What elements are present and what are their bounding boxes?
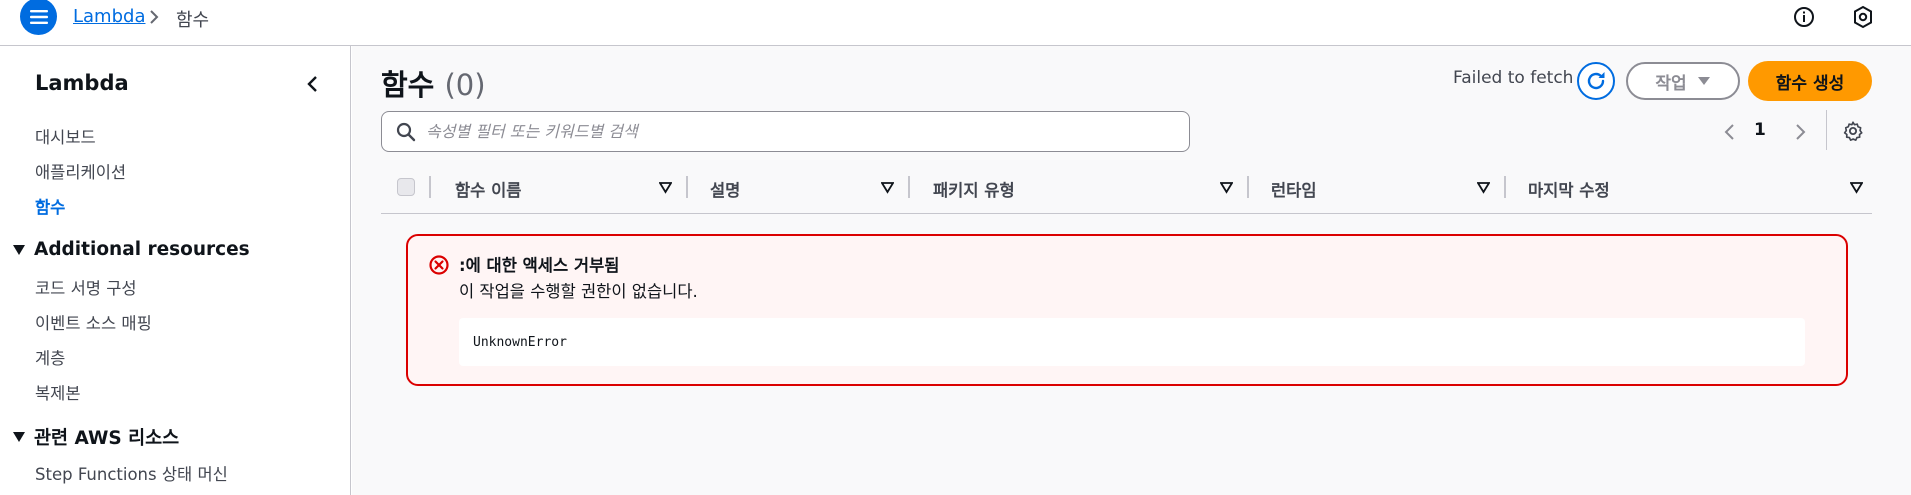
sort-icon[interactable] (881, 181, 894, 194)
column-header-package-type[interactable]: 패키지 유형 (933, 177, 1015, 201)
column-divider (686, 176, 688, 198)
breadcrumb-current: 함수 (176, 10, 210, 31)
next-page-icon[interactable] (1793, 122, 1807, 142)
alert-title: :에 대한 액세스 거부됨 (459, 256, 620, 275)
refresh-icon (1587, 72, 1605, 90)
breadcrumb-lambda-link[interactable]: Lambda (73, 6, 145, 27)
select-all-checkbox[interactable] (397, 178, 415, 196)
sidebar-section-related-aws[interactable]: 관련 AWS 리소스 (12, 424, 179, 450)
column-divider (908, 176, 910, 198)
caret-down-icon (13, 432, 25, 442)
caret-down-icon (13, 244, 25, 255)
column-divider (1504, 176, 1506, 198)
column-header-runtime[interactable]: 런타임 (1271, 177, 1317, 201)
sidebar-section-additional-resources[interactable]: Additional resources (12, 239, 250, 260)
sort-icon[interactable] (659, 181, 672, 194)
sidebar-item-layers[interactable]: 계층 (35, 345, 65, 369)
alert-error-code: UnknownError (459, 318, 1805, 366)
actions-label: 작업 (1655, 73, 1687, 94)
sidebar-item-dashboard[interactable]: 대시보드 (35, 124, 96, 148)
menu-icon (29, 9, 48, 24)
side-navigation: Lambda 대시보드 애플리케이션 함수 Additional resourc… (0, 46, 351, 495)
sidebar-item-code-signing[interactable]: 코드 서명 구성 (35, 275, 137, 299)
table-settings-icon[interactable] (1842, 120, 1864, 142)
column-header-function-name[interactable]: 함수 이름 (455, 177, 521, 201)
sort-icon[interactable] (1850, 181, 1863, 194)
sidebar-title[interactable]: Lambda (35, 71, 129, 95)
page-title: 함수 (0) (381, 62, 486, 104)
alert-message: 이 작업을 수행할 권한이 없습니다. (459, 282, 698, 301)
top-navigation-bar: Lambda 함수 (0, 0, 1911, 46)
error-alert: :에 대한 액세스 거부됨 이 작업을 수행할 권한이 없습니다. Unknow… (406, 234, 1848, 386)
sidebar-item-applications[interactable]: 애플리케이션 (35, 159, 126, 183)
sidebar-item-event-source-mapping[interactable]: 이벤트 소스 매핑 (35, 310, 152, 334)
fetch-status-text: Failed to fetch (1453, 68, 1574, 88)
pager-divider (1826, 110, 1827, 150)
column-divider (1247, 176, 1249, 198)
search-input[interactable] (426, 114, 1166, 148)
section-heading: 관련 AWS 리소스 (34, 428, 180, 449)
sidebar-item-step-functions[interactable]: Step Functions 상태 머신 (35, 461, 228, 485)
caret-down-icon (1697, 77, 1710, 85)
actions-dropdown-button[interactable]: 작업 (1626, 62, 1740, 100)
function-count: (0) (444, 68, 486, 102)
sort-icon[interactable] (1477, 181, 1490, 194)
table-header: 함수 이름 설명 패키지 유형 런타임 마지막 수정 (381, 164, 1872, 214)
column-header-last-modified[interactable]: 마지막 수정 (1528, 177, 1610, 201)
create-function-button[interactable]: 함수 생성 (1748, 61, 1872, 101)
main-content: 함수 (0) Failed to fetch 작업 함수 생성 1 (352, 46, 1911, 495)
refresh-button[interactable] (1577, 62, 1615, 100)
error-icon (429, 255, 449, 275)
column-header-description[interactable]: 설명 (710, 177, 740, 201)
settings-shield-icon[interactable] (1851, 5, 1875, 29)
chevron-right-icon (150, 10, 159, 24)
collapse-sidebar-icon[interactable] (303, 73, 323, 95)
sidebar-item-replicas[interactable]: 복제본 (35, 380, 81, 404)
search-field[interactable] (381, 111, 1190, 152)
info-icon[interactable] (1792, 5, 1816, 29)
sidebar-item-functions[interactable]: 함수 (35, 194, 65, 218)
menu-button[interactable] (20, 0, 57, 35)
column-divider (429, 176, 431, 198)
page-title-text: 함수 (381, 68, 435, 102)
current-page-number[interactable]: 1 (1754, 120, 1766, 140)
sort-icon[interactable] (1220, 181, 1233, 194)
previous-page-icon[interactable] (1723, 122, 1737, 142)
section-heading: Additional resources (34, 239, 250, 260)
search-icon (396, 122, 416, 142)
